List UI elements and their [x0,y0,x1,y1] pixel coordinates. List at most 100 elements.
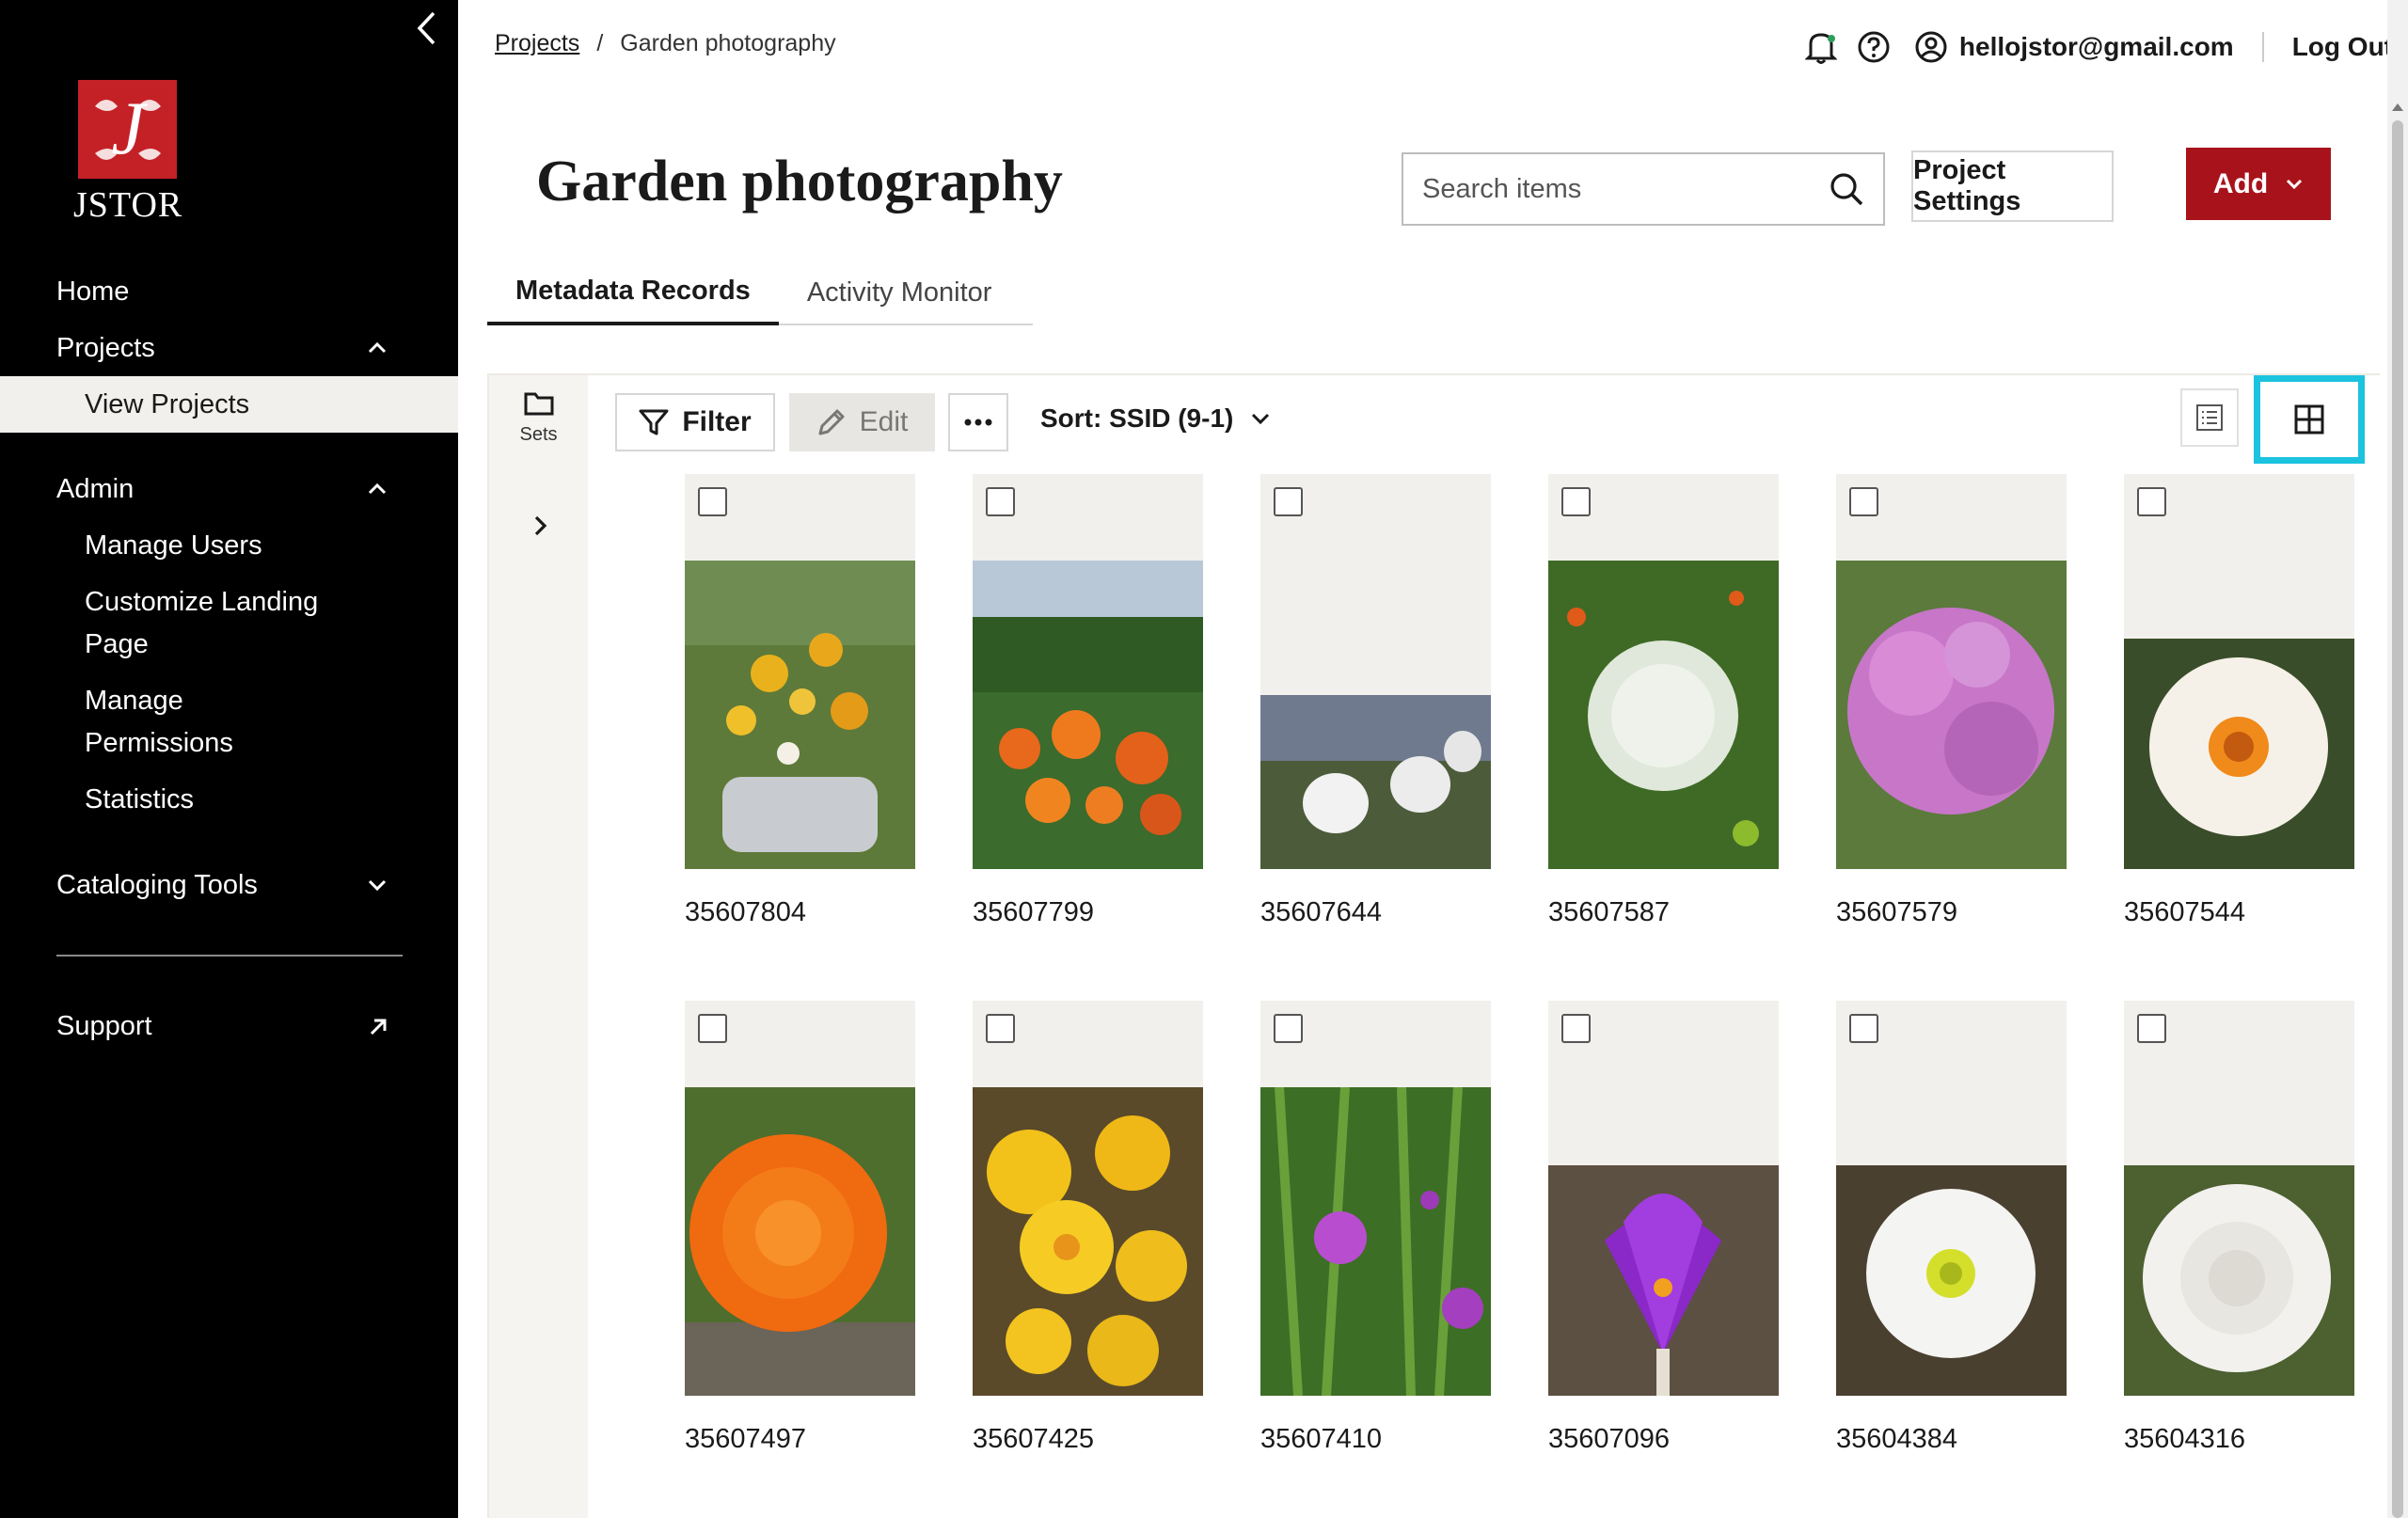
record-checkbox[interactable] [1274,1014,1303,1043]
notifications-button[interactable] [1799,25,1843,69]
jstor-logo[interactable]: J JSTOR [73,80,182,226]
record-thumbnail[interactable] [973,1001,1203,1396]
chevron-down-icon [368,879,387,892]
record-id: 35607096 [1548,1424,1671,1454]
record-card[interactable]: 35607544 [2124,474,2354,929]
collapse-sidebar-button[interactable] [410,8,442,49]
sets-button[interactable]: Sets [489,390,588,466]
record-checkbox[interactable] [1849,487,1878,516]
record-thumbnail[interactable] [973,474,1203,869]
chevron-up-icon [368,341,387,354]
external-link-icon [370,1019,387,1036]
search-input[interactable] [1422,173,1829,205]
record-photo [973,1087,1203,1396]
list-view-button[interactable] [2180,388,2239,447]
record-thumbnail[interactable] [685,474,915,869]
breadcrumb: Projects / Garden photography [495,30,836,57]
expand-sets-button[interactable] [521,507,559,545]
record-thumbnail[interactable] [1836,1001,2067,1396]
record-id: 35607425 [973,1424,1095,1454]
list-view-icon [2196,404,2223,431]
record-card[interactable]: 35607497 [685,1001,915,1456]
sidebar-item-projects[interactable]: Projects [0,321,458,375]
scroll-up-arrow[interactable] [2392,103,2403,111]
sidebar-item-admin[interactable]: Admin [0,462,458,516]
record-card[interactable]: 35607410 [1260,1001,1491,1456]
sidebar-item-label: Support [56,1010,152,1041]
record-checkbox[interactable] [2137,487,2166,516]
sidebar-item-home[interactable]: Home [0,264,458,319]
more-options-button[interactable] [948,393,1008,451]
sidebar-item-label: Admin [56,473,135,504]
record-checkbox[interactable] [1274,487,1303,516]
record-thumbnail[interactable] [1260,1001,1491,1396]
sort-dropdown[interactable]: Sort: SSID (9-1) [1040,403,1271,434]
record-card[interactable]: 35607579 [1836,474,2067,929]
record-card[interactable]: 35607799 [973,474,1203,929]
tab-metadata-records[interactable]: Metadata Records [487,260,779,325]
record-card[interactable]: 35604384 [1836,1001,2067,1456]
record-checkbox[interactable] [698,487,727,516]
record-checkbox[interactable] [1561,487,1591,516]
sidebar-item-label: Page [85,629,149,659]
grid-view-icon [2294,404,2324,435]
record-card[interactable]: 35607096 [1548,1001,1779,1456]
sidebar-item-customize-landing-page[interactable]: Customize Landing Page [85,581,318,666]
edit-button[interactable]: Edit [789,393,935,451]
filter-icon [639,409,669,435]
record-photo [1260,695,1491,869]
scrollbar-thumb[interactable] [2392,120,2403,1518]
record-thumbnail[interactable] [2124,1001,2354,1396]
record-checkbox[interactable] [2137,1014,2166,1043]
record-thumbnail[interactable] [1836,474,2067,869]
record-checkbox[interactable] [986,1014,1015,1043]
sidebar-item-view-projects[interactable]: View Projects [0,376,458,433]
grid-view-button[interactable] [2254,375,2365,464]
breadcrumb-link-projects[interactable]: Projects [495,30,579,57]
record-id: 35607579 [1836,897,1958,927]
record-thumbnail[interactable] [685,1001,915,1396]
record-card[interactable]: 35607804 [685,474,915,929]
sort-label: Sort: SSID (9-1) [1040,403,1234,433]
search-icon[interactable] [1829,171,1864,207]
record-checkbox[interactable] [1561,1014,1591,1043]
record-card[interactable]: 35604316 [2124,1001,2354,1456]
record-checkbox[interactable] [698,1014,727,1043]
record-id: 35604384 [1836,1424,1958,1454]
record-checkbox[interactable] [986,487,1015,516]
record-thumbnail[interactable] [1260,474,1491,869]
record-photo [973,561,1203,869]
header-divider [2261,32,2264,62]
add-button[interactable]: Add [2186,148,2331,220]
sidebar-item-label: Cataloging Tools [56,869,258,900]
tab-bar: Metadata Records Activity Monitor [487,260,1033,325]
record-card[interactable]: 35607425 [973,1001,1203,1456]
sidebar-item-manage-users[interactable]: Manage Users [85,525,262,567]
sidebar-item-manage-permissions[interactable]: Manage Permissions [85,680,233,765]
sidebar-item-statistics[interactable]: Statistics [85,779,194,821]
filter-label: Filter [682,406,752,437]
filter-button[interactable]: Filter [615,393,775,451]
sidebar: J JSTOR Home Projects View Projects Admi… [0,0,458,1518]
user-account[interactable]: hellojstor@gmail.com [1914,30,2234,64]
help-button[interactable] [1852,25,1895,69]
record-thumbnail[interactable] [2124,474,2354,869]
project-settings-button[interactable]: Project Settings [1911,150,2114,222]
sidebar-item-label: Customize Landing [85,587,319,617]
record-checkbox[interactable] [1849,1014,1878,1043]
help-icon [1858,31,1890,63]
sidebar-item-cataloging-tools[interactable]: Cataloging Tools [0,858,458,912]
logout-button[interactable]: Log Out [2292,32,2393,62]
record-card[interactable]: 35607587 [1548,474,1779,929]
edit-label: Edit [859,406,909,437]
ellipsis-icon [964,419,992,426]
sets-rail: Sets [489,375,588,1518]
record-card[interactable]: 35607644 [1260,474,1491,929]
sidebar-item-support[interactable]: Support [0,999,458,1053]
tab-activity-monitor[interactable]: Activity Monitor [779,260,1021,325]
record-thumbnail[interactable] [1548,474,1779,869]
record-thumbnail[interactable] [1548,1001,1779,1396]
records-grid: 35607804 35607799 35607644 35607587 35607579… [685,474,2354,1456]
page-scrollbar[interactable] [2387,0,2408,1518]
record-photo [1836,561,2067,869]
